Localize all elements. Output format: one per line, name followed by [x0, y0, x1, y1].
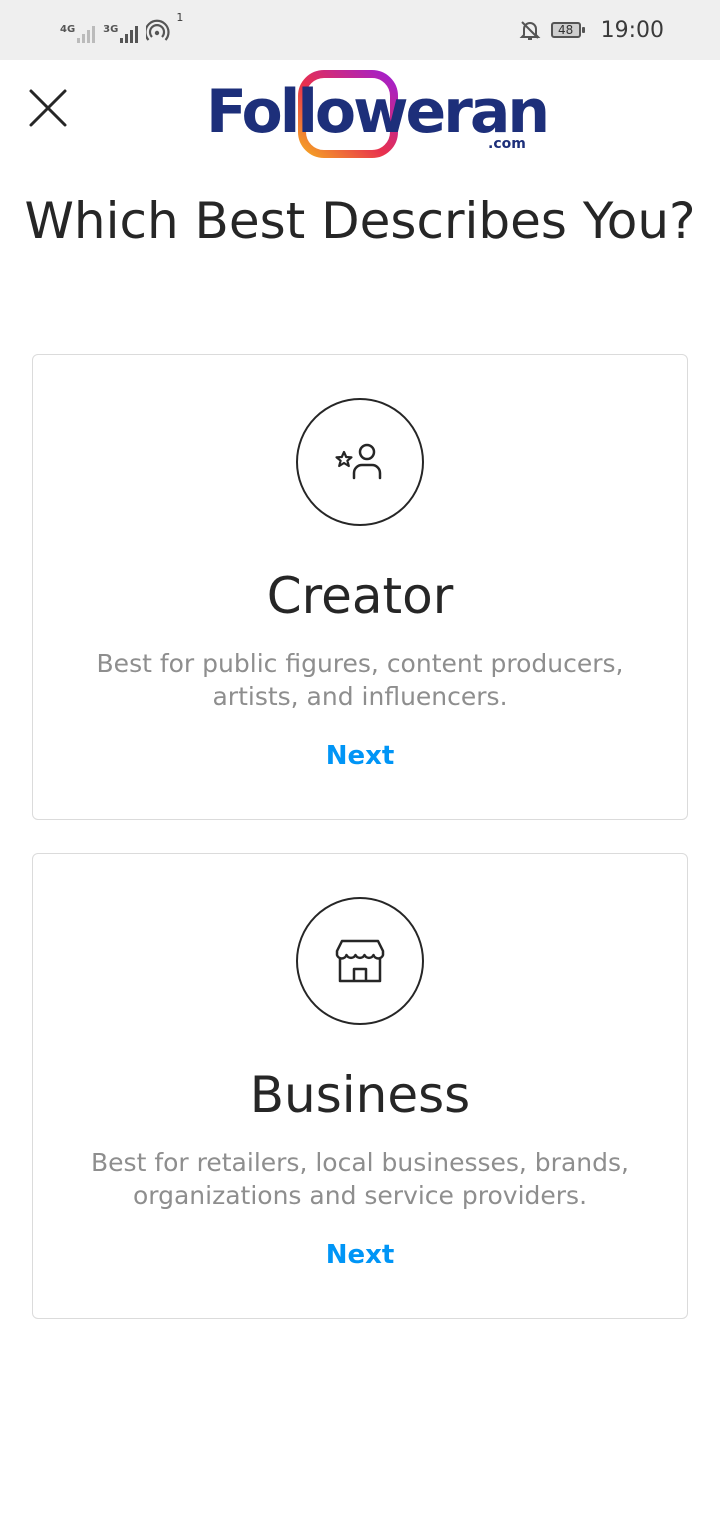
close-icon [29, 89, 67, 127]
creator-icon-circle [296, 398, 424, 526]
creator-next-button[interactable]: Next [33, 741, 687, 771]
network-type-label: 3G [103, 24, 119, 35]
followeran-logo: Followeran .com [200, 68, 550, 160]
logo-domain: .com [488, 136, 526, 152]
network-type-label: 4G [60, 24, 76, 35]
page-title: Which Best Describes You? [24, 192, 696, 250]
signal-bars-icon [77, 25, 96, 43]
status-left: 4G 3G 1 [60, 11, 183, 43]
shop-icon [335, 939, 385, 983]
business-title: Business [249, 1066, 471, 1124]
business-description: Best for retailers, local businesses, br… [91, 1148, 629, 1210]
clock: 19:00 [600, 17, 664, 43]
status-bar: 4G 3G 1 48 19:00 [0, 0, 720, 60]
signal-3g: 3G [103, 24, 139, 43]
battery-level: 48 [557, 23, 574, 37]
business-next-button[interactable]: Next [33, 1240, 687, 1270]
business-icon-circle [296, 897, 424, 1025]
signal-4g: 4G [60, 24, 96, 43]
close-button[interactable] [28, 88, 68, 128]
creator-icon [335, 443, 382, 480]
creator-title: Creator [266, 567, 454, 625]
notifications-off-icon [519, 21, 541, 40]
creator-card[interactable]: Creator Best for public figures, content… [32, 354, 688, 820]
business-card[interactable]: Business Best for retailers, local busin… [32, 853, 688, 1319]
hotspot-count: 1 [176, 11, 184, 24]
hotspot-icon [146, 19, 170, 41]
status-right: 48 19:00 [519, 18, 664, 43]
creator-description: Best for public figures, content produce… [96, 649, 624, 711]
signal-bars-icon [120, 25, 139, 43]
logo-text: Followeran [206, 77, 550, 147]
battery-icon: 48 [550, 22, 585, 38]
